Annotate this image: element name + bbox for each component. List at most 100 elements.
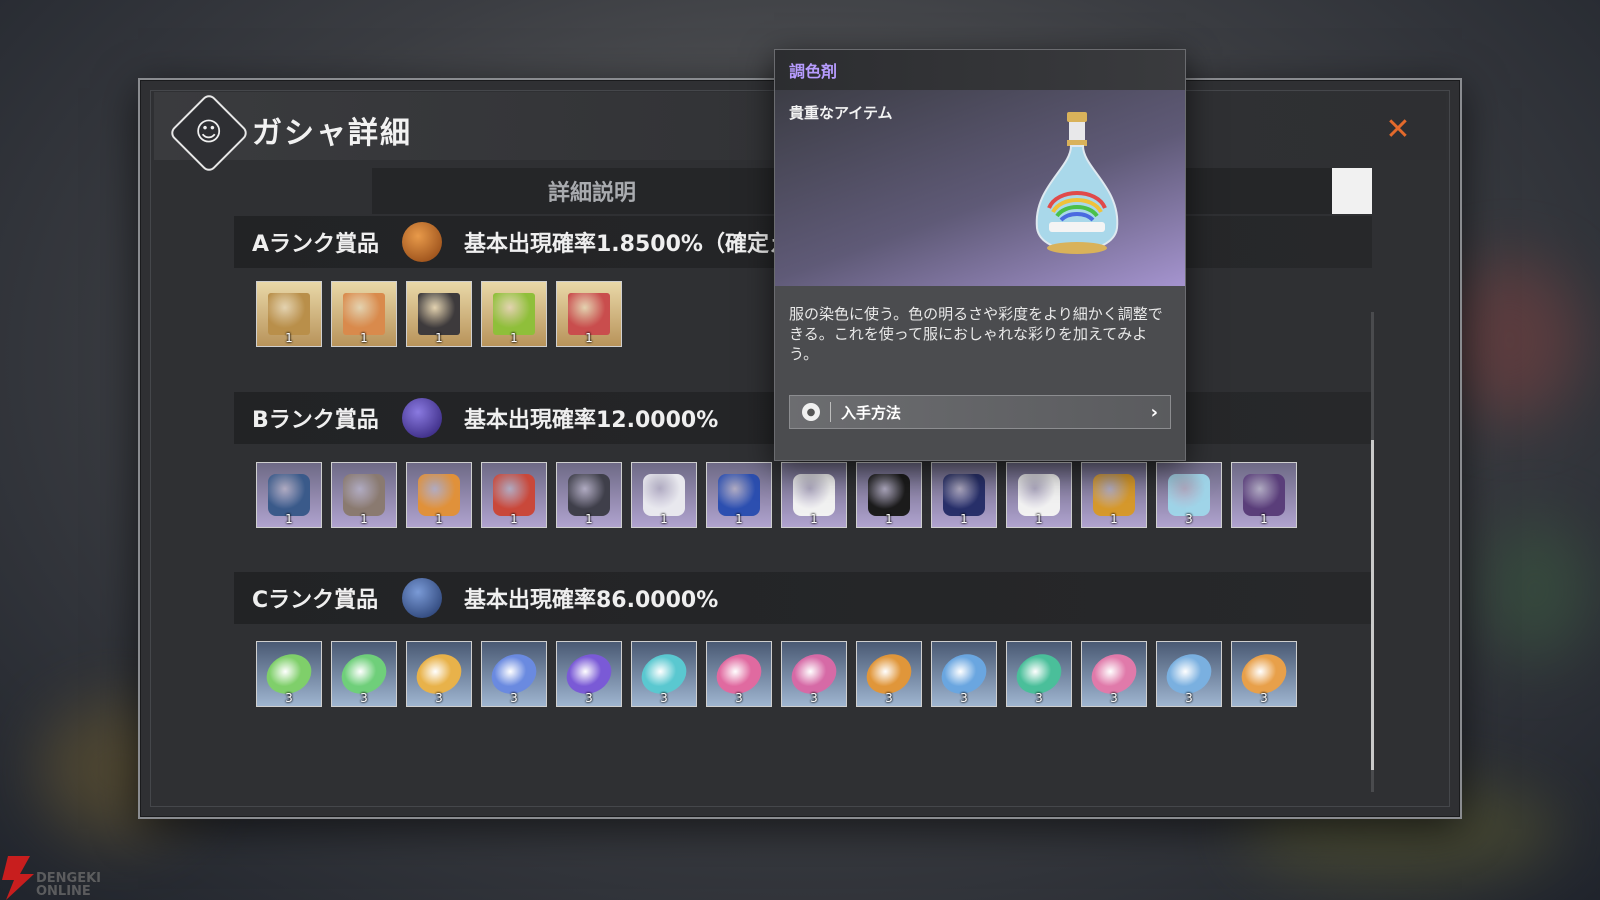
prize-item-icon — [1093, 474, 1135, 516]
item-quantity: 1 — [960, 512, 968, 526]
prize-item[interactable]: 3 — [1006, 641, 1072, 707]
item-quantity: 3 — [960, 691, 968, 705]
item-quantity: 1 — [810, 512, 818, 526]
item-quantity: 3 — [1185, 512, 1193, 526]
prize-item-icon — [793, 474, 835, 516]
rank-gem-icon — [402, 578, 442, 618]
prize-item-icon — [343, 474, 385, 516]
background-blur — [1480, 520, 1590, 660]
prize-item[interactable]: 1 — [406, 462, 472, 528]
item-quantity: 3 — [435, 691, 443, 705]
item-quantity: 3 — [1260, 691, 1268, 705]
prize-item[interactable]: 3 — [781, 641, 847, 707]
prize-item[interactable]: 1 — [331, 281, 397, 347]
prize-item[interactable]: 3 — [631, 641, 697, 707]
prize-item[interactable]: 1 — [706, 462, 772, 528]
rank-rate: 基本出現確率1.8500%（確定え — [464, 232, 791, 257]
item-quantity: 3 — [360, 691, 368, 705]
item-quantity: 1 — [285, 512, 293, 526]
rank-gem-icon — [402, 398, 442, 438]
prize-item-icon — [1018, 474, 1060, 516]
scrollbar[interactable] — [1371, 312, 1374, 792]
prize-item[interactable]: 1 — [256, 281, 322, 347]
dye-bottle-icon — [1035, 112, 1119, 254]
prize-item[interactable]: 1 — [556, 462, 622, 528]
prize-item[interactable]: 3 — [1231, 641, 1297, 707]
prize-item-icon — [493, 474, 535, 516]
item-quantity: 1 — [585, 331, 593, 345]
item-quantity: 3 — [660, 691, 668, 705]
prize-item-icon — [268, 474, 310, 516]
prize-item[interactable]: 3 — [1156, 641, 1222, 707]
prize-item-icon — [268, 293, 310, 335]
dengeki-logo-icon — [2, 856, 34, 900]
prize-item[interactable]: 3 — [331, 641, 397, 707]
item-quantity: 1 — [1035, 512, 1043, 526]
rank-gem-icon — [402, 222, 442, 262]
prize-item[interactable]: 1 — [406, 281, 472, 347]
prize-item[interactable]: 3 — [256, 641, 322, 707]
prize-item-icon — [343, 293, 385, 335]
prize-item-icon — [718, 474, 760, 516]
rank-label: Aランク賞品 — [252, 232, 380, 257]
close-icon[interactable]: ✕ — [1382, 114, 1414, 146]
rank-c-header: Cランク賞品 基本出現確率86.0000% — [234, 572, 1372, 624]
item-quantity: 3 — [285, 691, 293, 705]
item-quantity: 1 — [510, 331, 518, 345]
acquisition-method-button[interactable]: ● 入手方法 › — [789, 395, 1171, 429]
item-quantity: 3 — [1185, 691, 1193, 705]
prize-item[interactable]: 3 — [1156, 462, 1222, 528]
prize-item[interactable]: 3 — [856, 641, 922, 707]
prize-item[interactable]: 1 — [331, 462, 397, 528]
tab-other[interactable] — [1332, 168, 1372, 214]
prize-item-icon — [568, 293, 610, 335]
prize-item[interactable]: 1 — [481, 281, 547, 347]
prize-item[interactable]: 1 — [856, 462, 922, 528]
gacha-logo-icon: ☺ — [167, 91, 251, 175]
rank-rate: 基本出現確率12.0000% — [464, 408, 719, 433]
page-title: ガシャ詳細 — [252, 116, 412, 151]
item-quantity: 1 — [585, 512, 593, 526]
prize-item[interactable]: 1 — [1081, 462, 1147, 528]
prize-item[interactable]: 3 — [1081, 641, 1147, 707]
scrollbar-thumb[interactable] — [1371, 440, 1374, 770]
rank-label: Bランク賞品 — [252, 408, 379, 433]
prize-item[interactable]: 3 — [556, 641, 622, 707]
prize-item-icon — [643, 474, 685, 516]
prize-item[interactable]: 1 — [631, 462, 697, 528]
rank-c-items: 3 3 3 3 3 3 3 3 3 3 3 3 3 3 — [256, 641, 1297, 707]
prize-item[interactable]: 3 — [706, 641, 772, 707]
prize-item[interactable]: 1 — [1231, 462, 1297, 528]
item-quantity: 1 — [285, 331, 293, 345]
tooltip-rarity: 貴重なアイテム — [789, 104, 893, 122]
chevron-right-icon: › — [1150, 401, 1158, 423]
item-quantity: 3 — [585, 691, 593, 705]
tab-detail[interactable]: 詳細説明 — [372, 168, 812, 214]
item-quantity: 1 — [660, 512, 668, 526]
item-quantity: 1 — [435, 512, 443, 526]
prize-item-icon — [868, 474, 910, 516]
watermark-line2: ONLINE — [36, 884, 91, 899]
item-quantity: 1 — [510, 512, 518, 526]
item-quantity: 3 — [1035, 691, 1043, 705]
tooltip-title-bar: 調色剤 — [775, 50, 1185, 90]
item-quantity: 1 — [435, 331, 443, 345]
prize-item[interactable]: 1 — [556, 281, 622, 347]
item-quantity: 3 — [735, 691, 743, 705]
acquisition-method-label: 入手方法 — [841, 403, 902, 422]
prize-item[interactable]: 1 — [931, 462, 997, 528]
prize-item[interactable]: 3 — [406, 641, 472, 707]
prize-item[interactable]: 1 — [781, 462, 847, 528]
rank-label: Cランク賞品 — [252, 588, 379, 613]
prize-item[interactable]: 1 — [256, 462, 322, 528]
rank-rate: 基本出現確率86.0000% — [464, 588, 719, 613]
prize-item[interactable]: 3 — [931, 641, 997, 707]
item-quantity: 3 — [510, 691, 518, 705]
item-quantity: 1 — [360, 512, 368, 526]
prize-item-icon — [493, 293, 535, 335]
watermark-text: DENGEKI ONLINE — [36, 872, 101, 898]
prize-item[interactable]: 1 — [481, 462, 547, 528]
prize-item[interactable]: 3 — [481, 641, 547, 707]
prize-item-icon — [418, 474, 460, 516]
prize-item[interactable]: 1 — [1006, 462, 1072, 528]
